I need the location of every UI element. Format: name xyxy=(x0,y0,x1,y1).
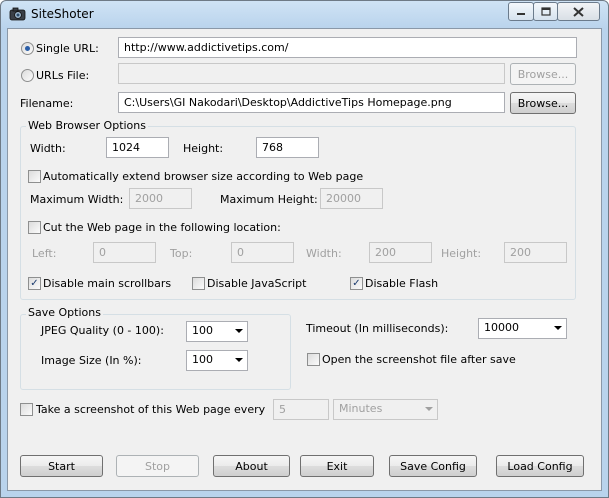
filename-browse-button[interactable]: Browse... xyxy=(510,92,576,114)
dialog-body: Single URL: http://www.addictivetips.com… xyxy=(7,28,602,491)
timeout-label: Timeout (In milliseconds): xyxy=(306,322,449,335)
max-width-label: Maximum Width: xyxy=(30,193,124,206)
disable-javascript-label[interactable]: Disable JavaScript xyxy=(207,277,306,290)
chevron-down-icon xyxy=(235,329,243,333)
disable-javascript-checkbox[interactable] xyxy=(192,277,205,290)
exit-button[interactable]: Exit xyxy=(300,455,374,477)
schedule-unit-select[interactable]: Minutes xyxy=(333,399,438,420)
save-config-button[interactable]: Save Config xyxy=(389,455,477,477)
cut-left-label: Left: xyxy=(32,247,57,260)
cut-height-input[interactable]: 200 xyxy=(504,242,567,263)
schedule-label[interactable]: Take a screenshot of this Web page every xyxy=(36,403,265,416)
cut-left-input[interactable]: 0 xyxy=(93,242,156,263)
auto-extend-checkbox[interactable] xyxy=(28,170,41,183)
disable-flash-checkbox[interactable]: ✓ xyxy=(350,277,363,290)
urls-file-input[interactable] xyxy=(118,63,505,84)
schedule-interval-input[interactable]: 5 xyxy=(273,399,329,420)
timeout-select[interactable]: 10000 xyxy=(478,318,567,339)
minimize-icon xyxy=(517,12,525,15)
jpeg-quality-value: 100 xyxy=(192,324,213,337)
open-after-save-checkbox[interactable] xyxy=(307,353,320,366)
jpeg-quality-label: JPEG Quality (0 - 100): xyxy=(41,324,164,337)
disable-scrollbars-label[interactable]: Disable main scrollbars xyxy=(43,277,171,290)
cut-page-label[interactable]: Cut the Web page in the following locati… xyxy=(43,221,281,234)
filename-label: Filename: xyxy=(20,97,74,110)
auto-extend-label[interactable]: Automatically extend browser size accord… xyxy=(43,170,363,183)
close-button[interactable] xyxy=(557,2,600,21)
max-width-input[interactable]: 2000 xyxy=(129,188,192,209)
image-size-select[interactable]: 100 xyxy=(186,350,248,371)
stop-button[interactable]: Stop xyxy=(116,455,199,477)
width-label: Width: xyxy=(30,142,66,155)
max-height-label: Maximum Height: xyxy=(220,193,318,206)
filename-input[interactable]: C:\Users\GI Nakodari\Desktop\AddictiveTi… xyxy=(118,92,505,113)
disable-flash-label[interactable]: Disable Flash xyxy=(365,277,438,290)
height-input[interactable]: 768 xyxy=(256,137,319,158)
urls-file-label[interactable]: URLs File: xyxy=(36,69,89,82)
camera-icon xyxy=(9,7,26,21)
cut-height-label: Height: xyxy=(441,247,482,260)
timeout-value: 10000 xyxy=(484,321,519,334)
height-label: Height: xyxy=(183,142,224,155)
disable-scrollbars-checkbox[interactable]: ✓ xyxy=(28,277,41,290)
minimize-button[interactable] xyxy=(508,2,534,21)
max-height-input[interactable]: 20000 xyxy=(320,188,383,209)
width-input[interactable]: 1024 xyxy=(106,137,169,158)
chevron-down-icon xyxy=(235,358,243,362)
urls-file-radio[interactable] xyxy=(21,69,34,82)
cut-top-label: Top: xyxy=(170,247,193,260)
about-button[interactable]: About xyxy=(213,455,290,477)
window-title: SiteShoter xyxy=(31,7,94,21)
start-button[interactable]: Start xyxy=(20,455,103,477)
title-bar[interactable]: SiteShoter xyxy=(1,1,608,28)
single-url-radio[interactable] xyxy=(21,42,34,55)
cut-width-label: Width: xyxy=(306,247,342,260)
save-options-title: Save Options xyxy=(26,306,103,319)
jpeg-quality-select[interactable]: 100 xyxy=(186,321,248,342)
cut-width-input[interactable]: 200 xyxy=(369,242,432,263)
urls-file-browse-button[interactable]: Browse... xyxy=(510,63,576,85)
schedule-unit-value: Minutes xyxy=(339,402,383,415)
main-window: SiteShoter Single URL: http://www.addict… xyxy=(0,0,609,498)
load-config-button[interactable]: Load Config xyxy=(496,455,584,477)
schedule-checkbox[interactable] xyxy=(20,403,33,416)
image-size-value: 100 xyxy=(192,353,213,366)
image-size-label: Image Size (In %): xyxy=(41,354,142,367)
chevron-down-icon xyxy=(554,326,562,330)
maximize-button[interactable] xyxy=(533,2,558,21)
maximize-icon xyxy=(540,7,551,16)
cut-page-checkbox[interactable] xyxy=(28,221,41,234)
open-after-save-label[interactable]: Open the screenshot file after save xyxy=(322,353,516,366)
single-url-label[interactable]: Single URL: xyxy=(36,42,99,55)
web-browser-options-title: Web Browser Options xyxy=(26,119,148,132)
close-icon xyxy=(573,6,584,17)
cut-top-input[interactable]: 0 xyxy=(231,242,294,263)
chevron-down-icon xyxy=(425,407,433,411)
single-url-input[interactable]: http://www.addictivetips.com/ xyxy=(118,37,577,58)
